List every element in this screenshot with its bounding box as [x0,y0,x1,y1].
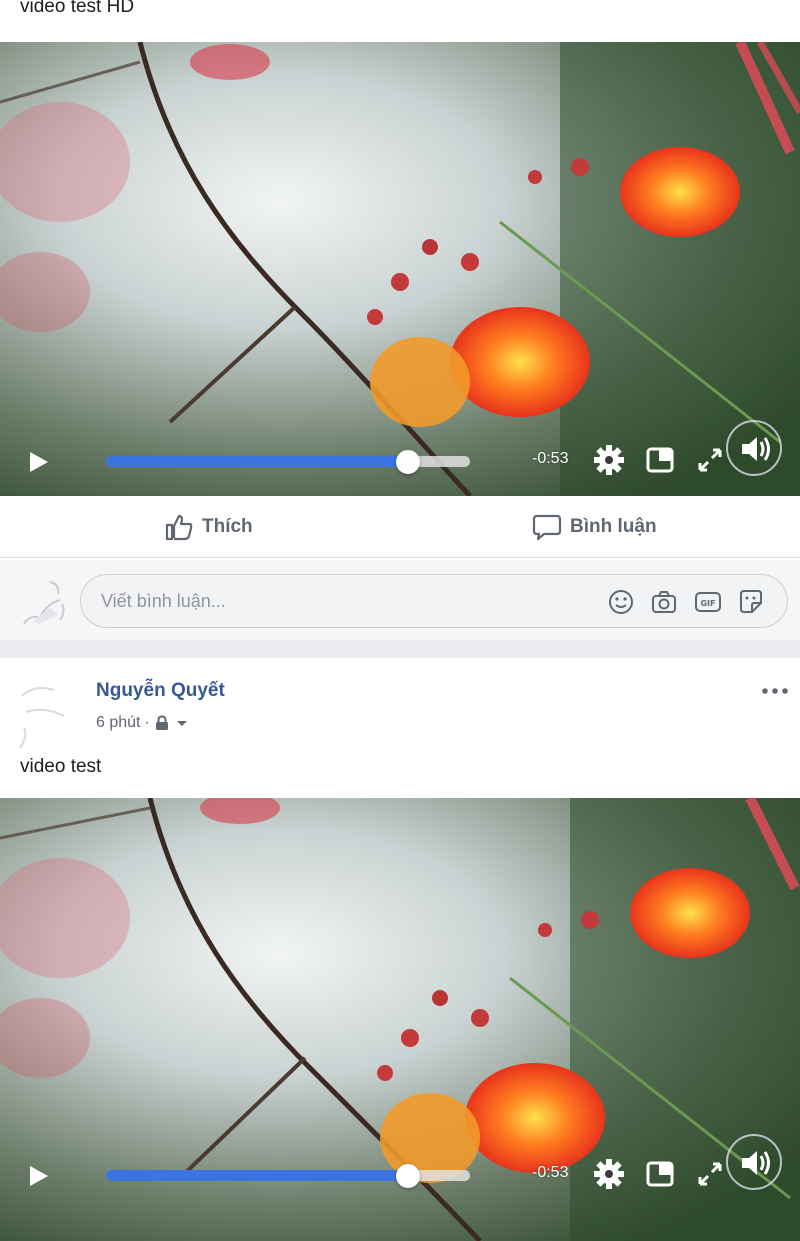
expand-icon[interactable] [694,444,726,476]
speech-bubble-icon [532,514,562,541]
avatar [23,581,65,625]
author-avatar[interactable] [14,676,84,756]
play-icon[interactable] [26,1164,50,1188]
time-remaining: -0:53 [532,450,569,467]
expand-icon[interactable] [694,1158,726,1190]
post-actions: Thích Bình luận [0,496,800,558]
seek-progress [106,1170,409,1181]
post-card-1: video test HD -0:53 Thích Bình luận Viết… [0,0,800,640]
post-text: video test HD [20,0,135,17]
thumbs-up-icon [165,514,193,541]
time-remaining: -0:53 [532,1164,569,1181]
svg-text:GIF: GIF [700,599,715,608]
post-time[interactable]: 6 phút [96,714,140,732]
like-label: Thích [202,516,253,537]
speaker-icon[interactable] [724,1132,784,1192]
sticker-icon[interactable] [737,588,765,616]
comment-input[interactable]: Viết bình luận... GIF [80,574,788,628]
picture-in-picture-icon[interactable] [644,444,676,476]
meta-separator: · [144,714,150,731]
author-name[interactable]: Nguyễn Quyết [96,680,225,702]
seek-handle[interactable] [396,1164,421,1188]
video-player[interactable]: -0:53 [0,42,800,496]
picture-in-picture-icon[interactable] [644,1158,676,1190]
seek-bar[interactable] [106,450,470,474]
gif-icon[interactable]: GIF [694,588,722,616]
comment-composer: Viết bình luận... GIF [0,560,800,640]
post-card-2: Nguyễn Quyết 6 phút · video test -0:53 [0,658,800,1241]
chevron-down-icon[interactable] [174,715,190,731]
speaker-icon[interactable] [724,418,784,478]
play-icon[interactable] [26,450,50,474]
smiley-icon[interactable] [607,588,635,616]
ellipsis-icon[interactable] [760,684,790,698]
post-text: video test [20,756,102,777]
post-meta: 6 phút · [96,714,190,732]
video-frame [0,42,800,496]
gear-icon[interactable] [593,444,625,476]
seek-progress [106,456,409,467]
seek-bar[interactable] [106,1164,470,1188]
comment-label: Bình luận [570,516,657,537]
camera-icon[interactable] [650,588,678,616]
lock-icon [155,715,168,730]
video-player[interactable]: -0:53 [0,798,800,1241]
comment-button[interactable]: Bình luận [532,510,657,544]
seek-handle[interactable] [396,450,421,474]
like-button[interactable]: Thích [164,510,253,544]
gear-icon[interactable] [593,1158,625,1190]
comment-placeholder: Viết bình luận... [101,591,226,611]
